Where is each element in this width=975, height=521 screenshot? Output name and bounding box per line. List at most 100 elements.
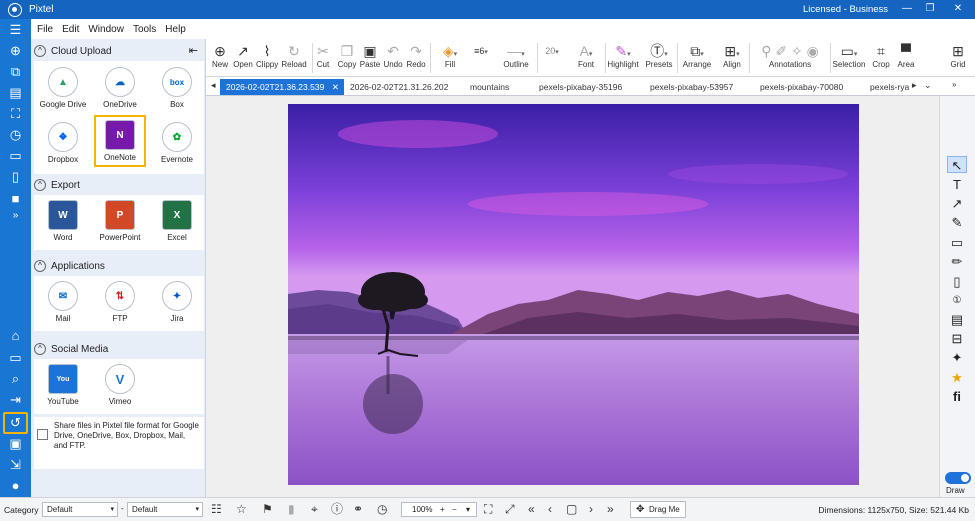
font-size-dropdown[interactable]: 20▾ bbox=[540, 42, 564, 60]
menu-file[interactable]: File bbox=[37, 24, 53, 35]
area-button[interactable]: ▀ Area bbox=[895, 42, 917, 69]
tab-pexels-70080[interactable]: pexels-pixabay-70080 bbox=[754, 79, 849, 95]
new-button[interactable]: ⊕ New bbox=[211, 42, 229, 69]
share-native-format-checkbox[interactable] bbox=[37, 429, 48, 440]
bookmark-icon[interactable]: ▮ bbox=[288, 502, 295, 517]
share-icon[interactable]: ↺ bbox=[3, 412, 28, 434]
star-icon[interactable]: ★ bbox=[947, 369, 967, 386]
blank-page-icon[interactable]: ▯ bbox=[947, 273, 967, 290]
folder-icon[interactable]: ▭ bbox=[7, 350, 24, 366]
chevron-up-icon[interactable]: ^ bbox=[34, 179, 46, 191]
highlight-button[interactable]: ✎▾ Highlight bbox=[606, 42, 640, 69]
paste-button[interactable]: ▣ Paste bbox=[359, 42, 381, 69]
capture-icon[interactable]: ⊕ bbox=[7, 43, 24, 59]
clippy-button[interactable]: ⌇ Clippy bbox=[256, 42, 278, 69]
tab-document-2[interactable]: 2026-02-02T21.31.26.202 bbox=[344, 79, 454, 95]
presets-button[interactable]: Ⓣ▾ Presets bbox=[643, 42, 675, 69]
page-icon[interactable]: ▯ bbox=[7, 169, 24, 185]
restore-icon[interactable]: ❐ bbox=[922, 2, 938, 16]
tab-scroll-left-icon[interactable]: ◂ bbox=[211, 80, 216, 91]
arrow-icon[interactable]: ↗ bbox=[947, 195, 967, 212]
reload-button[interactable]: ↻ Reload bbox=[281, 42, 307, 69]
zoom-control[interactable]: 100% + − ▾ bbox=[401, 502, 477, 517]
favorite-star-icon[interactable]: ☆ bbox=[236, 502, 247, 517]
search-icon[interactable]: ⌕ bbox=[7, 371, 24, 387]
rectangle-icon[interactable]: ▭ bbox=[947, 234, 967, 251]
copy-button[interactable]: ❐ Copy bbox=[337, 42, 357, 69]
pen-icon[interactable]: ✎ bbox=[947, 214, 967, 231]
document-icon[interactable]: ▤ bbox=[7, 85, 24, 101]
tab-pexels-rya[interactable]: pexels-rya bbox=[864, 79, 912, 95]
region-icon[interactable]: ⧉ bbox=[7, 64, 24, 80]
draw-toggle[interactable] bbox=[945, 472, 971, 484]
menu-icon[interactable]: ☰ bbox=[7, 22, 24, 38]
tab-mountains[interactable]: mountains bbox=[464, 79, 515, 95]
collapse-panel-icon[interactable]: ⇤ bbox=[189, 44, 198, 57]
social-media-header[interactable]: ^ Social Media bbox=[34, 339, 204, 359]
youtube-button[interactable]: You YouTube bbox=[37, 361, 89, 413]
onedrive-button[interactable]: ☁ OneDrive bbox=[94, 64, 146, 116]
word-button[interactable]: W Word bbox=[37, 197, 89, 249]
expand-icon[interactable]: » bbox=[7, 208, 24, 224]
table-icon[interactable]: ⊟ bbox=[947, 330, 967, 347]
tab-pexels-35196[interactable]: pexels-pixabay-35196 bbox=[533, 79, 628, 95]
last-page-icon[interactable]: » bbox=[607, 502, 614, 517]
print-icon[interactable]: ▣ bbox=[7, 436, 24, 452]
mail-button[interactable]: ✉ Mail bbox=[37, 278, 89, 330]
tab-pexels-53957[interactable]: pexels-pixabay-53957 bbox=[644, 79, 739, 95]
chevron-up-icon[interactable]: ^ bbox=[34, 45, 46, 57]
page-view-icon[interactable]: ▢ bbox=[566, 502, 577, 517]
tab-list-dropdown-icon[interactable]: ⌄ bbox=[924, 80, 932, 91]
onenote-button[interactable]: N OneNote bbox=[94, 115, 146, 167]
close-tab-icon[interactable]: ✕ bbox=[332, 79, 339, 95]
fill-button[interactable]: ◈▾ Fill bbox=[434, 42, 466, 69]
font-button[interactable]: A▾ Font bbox=[568, 42, 604, 69]
ligature-icon[interactable]: ﬁ bbox=[947, 388, 967, 405]
info-icon[interactable]: ⓘ bbox=[331, 502, 343, 517]
cloud-upload-header[interactable]: ^ Cloud Upload ⇤ bbox=[34, 41, 204, 61]
google-drive-button[interactable]: ▲ Google Drive bbox=[37, 64, 89, 116]
link-icon[interactable]: ⚭ bbox=[353, 502, 363, 517]
next-page-icon[interactable]: › bbox=[589, 502, 593, 517]
ftp-button[interactable]: ⇅ FTP bbox=[94, 278, 146, 330]
excel-button[interactable]: X Excel bbox=[151, 197, 203, 249]
powerpoint-button[interactable]: P PowerPoint bbox=[94, 197, 146, 249]
sparkle-icon[interactable]: ✦ bbox=[947, 349, 967, 366]
box-button[interactable]: box Box bbox=[151, 64, 203, 116]
arrange-button[interactable]: ⧉▾ Arrange bbox=[680, 42, 714, 69]
pointer-icon[interactable]: ↖ bbox=[947, 156, 967, 173]
jira-button[interactable]: ✦ Jira bbox=[151, 278, 203, 330]
timer-icon[interactable]: ◷ bbox=[7, 127, 24, 143]
align-button[interactable]: ⊞▾ Align bbox=[717, 42, 747, 69]
first-page-icon[interactable]: « bbox=[528, 502, 535, 517]
tag-icon[interactable]: ⌖ bbox=[311, 502, 318, 517]
menu-help[interactable]: Help bbox=[165, 24, 186, 35]
applications-header[interactable]: ^ Applications bbox=[34, 256, 204, 276]
chevron-up-icon[interactable]: ^ bbox=[34, 343, 46, 355]
flag-icon[interactable]: ⚑ bbox=[262, 502, 273, 517]
grid-button[interactable]: ⊞ Grid bbox=[947, 42, 969, 69]
drag-me-button[interactable]: Drag Me bbox=[630, 501, 686, 518]
close-icon[interactable]: ✕ bbox=[950, 2, 966, 16]
menu-tools[interactable]: Tools bbox=[133, 24, 156, 35]
dropbox-button[interactable]: ❖ Dropbox bbox=[37, 119, 89, 171]
cut-button[interactable]: ✂ Cut bbox=[315, 42, 331, 69]
open-button[interactable]: ↗ Open bbox=[233, 42, 253, 69]
tab-scroll-right-icon[interactable]: ▸ bbox=[912, 80, 917, 91]
user-icon[interactable]: ● bbox=[7, 478, 24, 494]
actual-size-icon[interactable]: ⤢ bbox=[505, 502, 515, 517]
zoom-out-icon[interactable]: − bbox=[452, 503, 457, 516]
window-icon[interactable]: ▭ bbox=[7, 148, 24, 164]
step-number-icon[interactable]: ① bbox=[947, 292, 967, 309]
home-icon[interactable]: ⌂ bbox=[7, 328, 24, 344]
zoom-dropdown-icon[interactable]: ▾ bbox=[466, 503, 470, 516]
tab-document-1[interactable]: 2026-02-02T21.36.23.539 ✕ bbox=[220, 79, 344, 95]
tag-list-icon[interactable]: ☷ bbox=[211, 502, 222, 517]
subcategory-select[interactable]: Default ▾ bbox=[127, 502, 203, 517]
evernote-button[interactable]: ✿ Evernote bbox=[151, 119, 203, 171]
marker-icon[interactable]: ✏ bbox=[947, 253, 967, 270]
crop-button[interactable]: ⌗ Crop bbox=[870, 42, 892, 69]
text-icon[interactable]: T bbox=[947, 176, 967, 193]
undo-button[interactable]: ↶ Undo bbox=[383, 42, 403, 69]
redo-button[interactable]: ↷ Redo bbox=[406, 42, 426, 69]
